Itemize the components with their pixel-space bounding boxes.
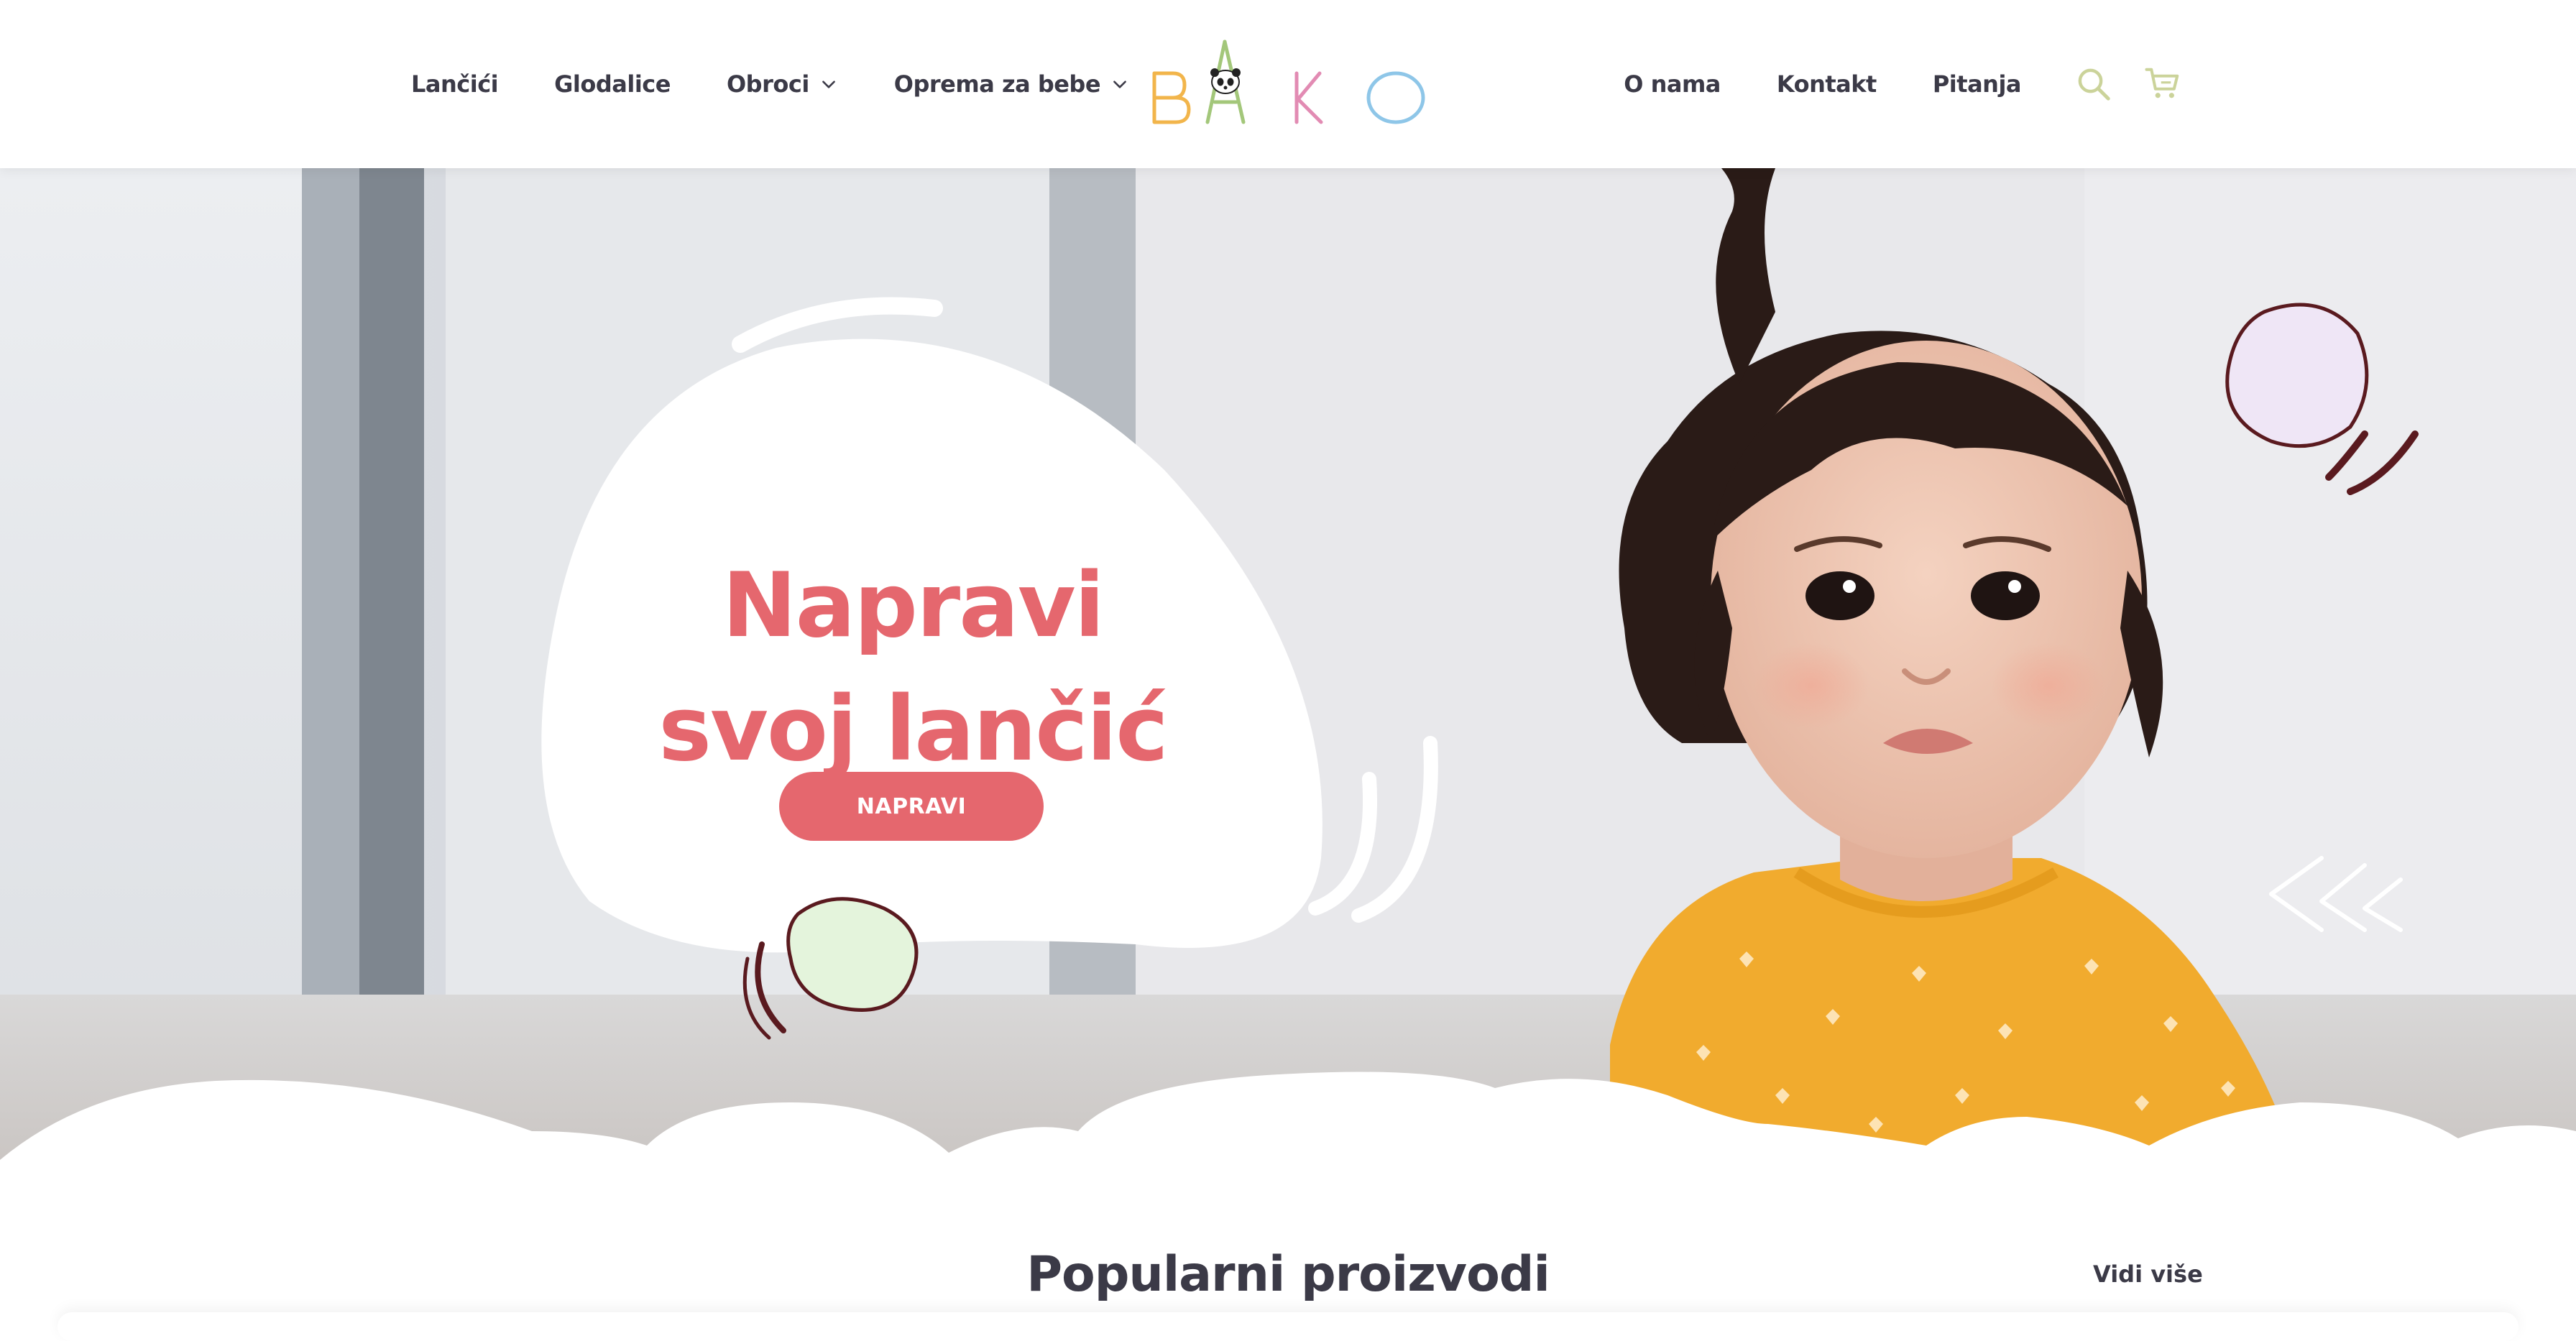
site-header: Lančići Glodalice Obroci Oprema za bebe (0, 0, 2576, 168)
nav-item-oprema-za-bebe[interactable]: Oprema za bebe (894, 70, 1129, 98)
search-icon[interactable] (2074, 65, 2113, 103)
main-nav-right: O nama Kontakt Pitanja (1624, 0, 2021, 168)
product-carousel-edge (58, 1312, 2518, 1341)
nav-item-kontakt[interactable]: Kontakt (1777, 70, 1877, 98)
logo-letter-k (1294, 71, 1323, 124)
nav-item-lancici[interactable]: Lančići (411, 70, 499, 98)
chevron-down-icon (1113, 80, 1126, 88)
nav-item-label: Lančići (411, 70, 499, 98)
see-more-link[interactable]: Vidi više (2093, 1261, 2203, 1288)
popular-products-section: Popularni proizvodi Vidi više (0, 1189, 2576, 1324)
nav-item-label: Pitanja (1932, 70, 2022, 98)
hero-banner: Napravi svoj lančić NAPRAVI (0, 168, 2576, 1189)
nav-item-pitanja[interactable]: Pitanja (1932, 70, 2022, 98)
bako-logo[interactable] (1144, 34, 1432, 135)
nav-item-label: Obroci (726, 70, 809, 98)
window-frame-dark (359, 168, 424, 1102)
nav-item-label: Oprema za bebe (893, 70, 1101, 98)
nav-item-label: O nama (1624, 70, 1721, 98)
decor-green-blob (786, 897, 919, 1012)
chevron-down-icon (822, 80, 835, 88)
panda-icon (1210, 68, 1241, 94)
nav-item-glodalice[interactable]: Glodalice (554, 70, 671, 98)
cart-icon[interactable] (2143, 65, 2182, 103)
hero-title: Napravi svoj lančić (597, 544, 1229, 791)
hero-photo (0, 168, 2576, 1189)
nav-item-obroci[interactable]: Obroci (727, 70, 838, 98)
nav-item-label: Glodalice (554, 70, 671, 98)
napravi-button[interactable]: NAPRAVI (779, 772, 1044, 841)
logo-letter-o (1366, 71, 1425, 124)
hero-title-line-2: svoj lančić (658, 678, 1168, 782)
nav-item-label: Kontakt (1776, 70, 1877, 98)
header-icons (2074, 65, 2182, 103)
hero-title-line-1: Napravi (722, 554, 1105, 658)
window-frame (302, 168, 359, 1102)
logo-letter-b (1152, 71, 1191, 124)
main-nav-left: Lančići Glodalice Obroci Oprema za bebe (411, 0, 1129, 168)
decor-lavender-blob (2225, 303, 2369, 448)
nav-item-o-nama[interactable]: O nama (1624, 70, 1721, 98)
